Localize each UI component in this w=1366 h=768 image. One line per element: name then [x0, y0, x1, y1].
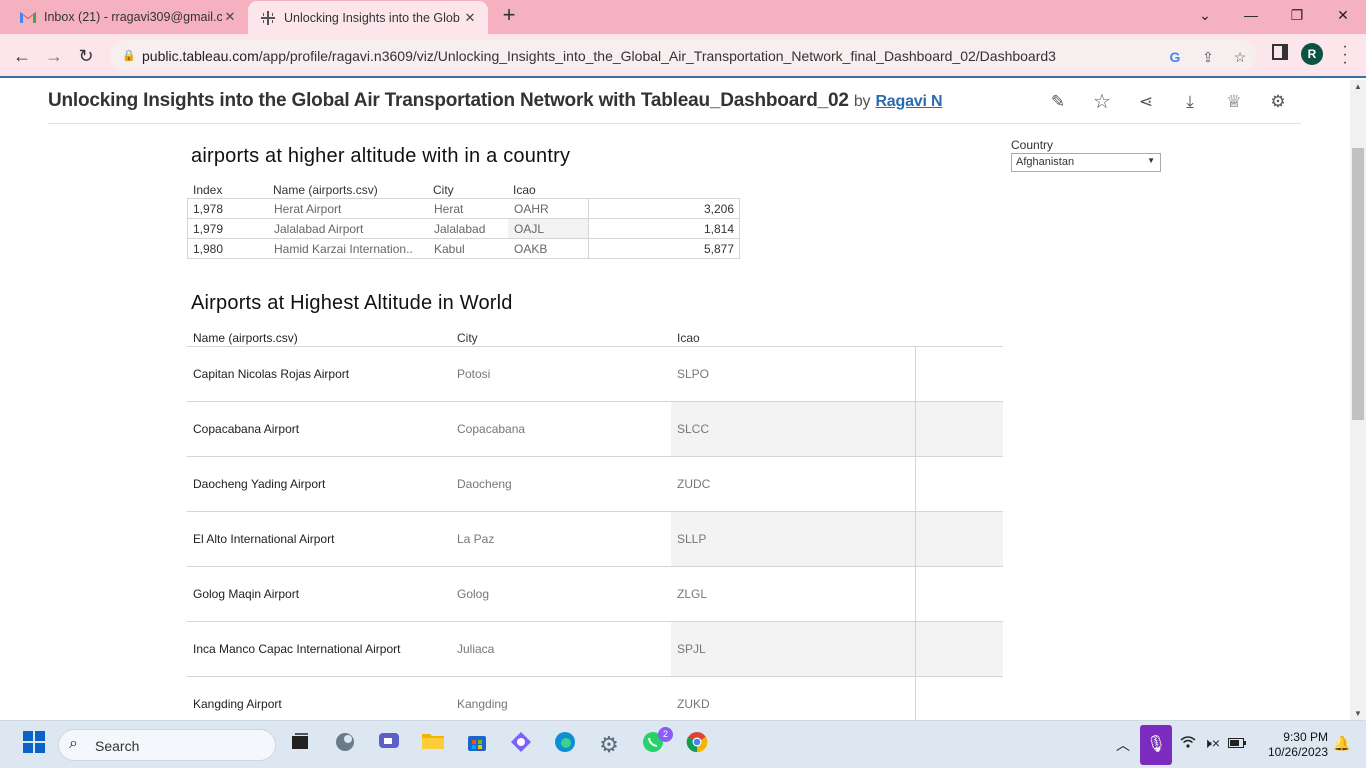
share-icon[interactable]: ⇪: [1197, 46, 1219, 68]
viz-title: Unlocking Insights into the Global Air T…: [48, 90, 943, 111]
table-header: Index Name (airports.csv) City Icao: [187, 180, 740, 199]
viz-header: Unlocking Insights into the Global Air T…: [48, 80, 1301, 124]
column-header: Name (airports.csv): [193, 331, 298, 345]
url-text: public.tableau.com/app/profile/ragavi.n3…: [142, 47, 1056, 64]
tab-title: Unlocking Insights into the Glob: [284, 11, 460, 25]
notification-bell-icon[interactable]: 🔔: [1333, 735, 1350, 752]
scrollbar-thumb[interactable]: [1352, 148, 1364, 420]
widgets-icon[interactable]: [331, 731, 359, 759]
column-header: Icao: [677, 331, 700, 345]
file-explorer-icon[interactable]: [419, 731, 447, 759]
country-airports-table: Index Name (airports.csv) City Icao 1,97…: [187, 180, 740, 259]
table-row[interactable]: 1,980 Hamid Karzai Internation.. Kabul O…: [187, 239, 740, 259]
windows-start-icon[interactable]: [20, 731, 48, 759]
copilot-icon[interactable]: [507, 731, 535, 759]
clock-date: 10/26/2023: [1267, 745, 1328, 759]
close-tab-icon[interactable]: ✕: [462, 10, 478, 26]
table-row[interactable]: 1,978 Herat Airport Herat OAHR 3,206: [187, 199, 740, 219]
tab-title: Inbox (21) - rragavi309@gmail.c: [44, 10, 222, 24]
table-row[interactable]: Daocheng Yading Airport Daocheng ZUDC: [187, 457, 1003, 512]
author-link[interactable]: Ragavi N: [875, 93, 942, 110]
tray-chevron-up-icon[interactable]: ︿: [1116, 735, 1130, 755]
notification-badge: 2: [658, 727, 673, 742]
task-view-icon[interactable]: [286, 731, 314, 759]
bookmark-star-icon[interactable]: ☆: [1229, 46, 1251, 68]
table-row[interactable]: 1,979 Jalalabad Airport Jalalabad OAJL 1…: [187, 219, 740, 239]
table-row[interactable]: Golog Maqin Airport Golog ZLGL: [187, 567, 1003, 622]
profile-avatar[interactable]: R: [1301, 43, 1323, 65]
system-clock[interactable]: 9:30 PM 10/26/2023: [1258, 730, 1328, 760]
country-dropdown[interactable]: Afghanistan ▼: [1011, 153, 1161, 172]
table-row[interactable]: Capitan Nicolas Rojas Airport Potosi SLP…: [187, 347, 1003, 402]
table-row[interactable]: El Alto International Airport La Paz SLL…: [187, 512, 1003, 567]
lock-icon: 🔒: [122, 50, 136, 62]
wifi-icon[interactable]: [1180, 735, 1196, 752]
page-scrollbar[interactable]: ▲ ▼: [1350, 80, 1366, 720]
altitude-value: 1,814: [703, 222, 734, 236]
edit-viz-icon[interactable]: ✎: [1047, 91, 1069, 113]
table-row[interactable]: Inca Manco Capac International Airport J…: [187, 622, 1003, 677]
gmail-icon: [20, 10, 36, 24]
teams-chat-icon[interactable]: [375, 731, 403, 759]
settings-gear-icon[interactable]: ⚙: [1267, 91, 1289, 113]
tab-strip: Inbox (21) - rragavi309@gmail.c ✕ Unlock…: [0, 0, 1366, 35]
browser-toolbar: ← → ↻ 🔒 public.tableau.com/app/profile/r…: [0, 34, 1366, 78]
tab-gmail[interactable]: Inbox (21) - rragavi309@gmail.c ✕: [8, 0, 248, 34]
column-header: City: [457, 331, 478, 345]
microphone-icon[interactable]: 🎙: [1140, 725, 1172, 765]
taskbar: ⌕ Search ⚙ 2 ︿ 🎙 🕨× 9:30 PM 10/26/2023 🔔: [0, 720, 1366, 768]
chrome-icon[interactable]: [683, 731, 711, 759]
column-header: Name (airports.csv): [273, 183, 378, 197]
tableau-icon: [260, 11, 276, 25]
download-icon[interactable]: ⤓: [1179, 91, 1201, 113]
google-lens-icon[interactable]: G: [1164, 46, 1186, 68]
table1-title: airports at higher altitude with in a co…: [191, 145, 571, 167]
taskbar-search[interactable]: ⌕ Search: [58, 729, 276, 761]
close-window-icon[interactable]: ✕: [1320, 0, 1366, 30]
table2-title: Airports at Highest Altitude in World: [191, 292, 513, 314]
edge-browser-icon[interactable]: [551, 731, 579, 759]
altitude-value: 3,206: [703, 202, 734, 216]
microsoft-store-icon[interactable]: [463, 731, 491, 759]
new-tab-icon[interactable]: +: [498, 4, 520, 27]
close-tab-icon[interactable]: ✕: [222, 9, 238, 25]
search-icon: ⌕: [69, 735, 78, 752]
clock-time: 9:30 PM: [1283, 730, 1328, 744]
badge-ribbon-icon[interactable]: ♕: [1223, 91, 1245, 113]
address-bar[interactable]: 🔒 public.tableau.com/app/profile/ragavi.…: [110, 40, 1256, 71]
search-placeholder: Search: [95, 738, 140, 754]
country-filter: Country Afghanistan ▼: [1011, 138, 1163, 172]
dropdown-caret-icon: ▼: [1147, 156, 1155, 165]
table-header: Name (airports.csv) City Icao: [187, 328, 1003, 347]
minimize-icon[interactable]: —: [1228, 0, 1274, 30]
restore-icon[interactable]: ❐: [1274, 0, 1320, 30]
reload-icon[interactable]: ↻: [73, 43, 99, 69]
scroll-down-arrow-icon[interactable]: ▼: [1354, 709, 1362, 718]
dropdown-value: Afghanistan: [1016, 156, 1075, 168]
back-arrow-icon[interactable]: ←: [9, 43, 35, 69]
menu-dots-icon[interactable]: · · ·: [1340, 39, 1350, 71]
share-icon[interactable]: ⋖: [1135, 91, 1157, 113]
world-airports-table: Name (airports.csv) City Icao Capitan Ni…: [187, 328, 1003, 732]
filter-label: Country: [1011, 138, 1054, 152]
forward-arrow-icon[interactable]: →: [41, 43, 67, 69]
tab-search-chevron-icon[interactable]: ⌄: [1182, 0, 1228, 30]
whatsapp-icon[interactable]: 2: [639, 727, 673, 759]
favorite-star-icon[interactable]: ☆: [1091, 91, 1113, 113]
column-header: Index: [193, 183, 223, 197]
table-row[interactable]: Copacabana Airport Copacabana SLCC: [187, 402, 1003, 457]
scroll-up-arrow-icon[interactable]: ▲: [1354, 82, 1362, 91]
altitude-value: 5,877: [703, 242, 734, 256]
column-header: City: [433, 183, 454, 197]
column-header: Icao: [513, 183, 536, 197]
side-panel-icon[interactable]: [1272, 44, 1288, 60]
volume-muted-icon[interactable]: 🕨×: [1203, 735, 1220, 752]
battery-icon[interactable]: [1228, 735, 1246, 751]
tab-tableau[interactable]: Unlocking Insights into the Glob ✕: [248, 1, 488, 35]
settings-gear-icon[interactable]: ⚙: [595, 731, 623, 759]
